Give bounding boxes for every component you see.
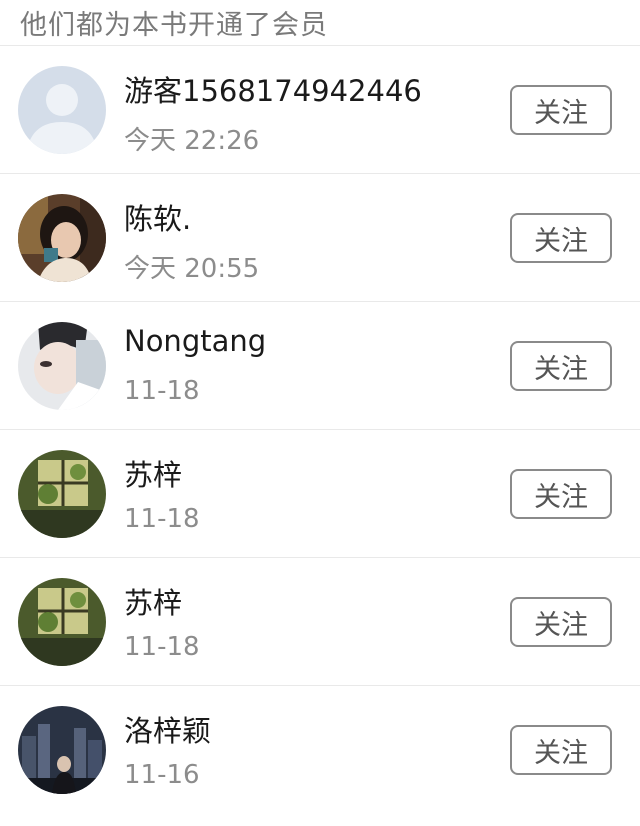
list-item[interactable]: 苏梓 11-18 关注: [0, 558, 640, 686]
section-title: 他们都为本书开通了会员: [0, 0, 640, 46]
portrait-photo: [18, 194, 106, 282]
member-name[interactable]: 洛梓颖: [124, 708, 211, 750]
list-item[interactable]: 游客1568174942446 今天 22:26 关注: [0, 46, 640, 174]
follow-button[interactable]: 关注: [510, 597, 612, 647]
scenery-photo: [18, 450, 106, 538]
list-item[interactable]: 洛梓颖 11-16 关注: [0, 686, 640, 814]
follow-button[interactable]: 关注: [510, 469, 612, 519]
photo-avatar[interactable]: [18, 194, 106, 282]
list-item[interactable]: 苏梓 11-18 关注: [0, 430, 640, 558]
member-name[interactable]: 游客1568174942446: [124, 68, 422, 110]
member-name[interactable]: 苏梓: [124, 452, 182, 494]
member-time: 11-18: [124, 504, 200, 534]
portrait-photo: [18, 322, 106, 410]
members-page: 他们都为本书开通了会员 游客1568174942446 今天 22:26 关注: [0, 0, 640, 810]
member-time: 今天 20:55: [124, 254, 260, 284]
member-time: 11-18: [124, 632, 200, 662]
member-time: 11-18: [124, 376, 200, 406]
photo-avatar[interactable]: [18, 706, 106, 794]
scenery-photo: [18, 578, 106, 666]
list-item[interactable]: Nongtang 11-18 关注: [0, 302, 640, 430]
photo-avatar[interactable]: [18, 450, 106, 538]
member-name[interactable]: 陈软.: [124, 196, 191, 238]
member-time: 今天 22:26: [124, 126, 260, 156]
follow-button[interactable]: 关注: [510, 85, 612, 135]
member-name[interactable]: 苏梓: [124, 580, 182, 622]
follow-button[interactable]: 关注: [510, 341, 612, 391]
photo-avatar[interactable]: [18, 578, 106, 666]
member-time: 11-16: [124, 760, 200, 790]
member-name[interactable]: Nongtang: [124, 324, 266, 358]
photo-avatar[interactable]: [18, 322, 106, 410]
default-user-avatar[interactable]: [18, 66, 106, 154]
default-user-icon: [18, 66, 106, 154]
member-list: 游客1568174942446 今天 22:26 关注 陈软. 今天 20:55…: [0, 46, 640, 814]
list-item[interactable]: 陈软. 今天 20:55 关注: [0, 174, 640, 302]
city-night-photo: [18, 706, 106, 794]
follow-button[interactable]: 关注: [510, 213, 612, 263]
follow-button[interactable]: 关注: [510, 725, 612, 775]
